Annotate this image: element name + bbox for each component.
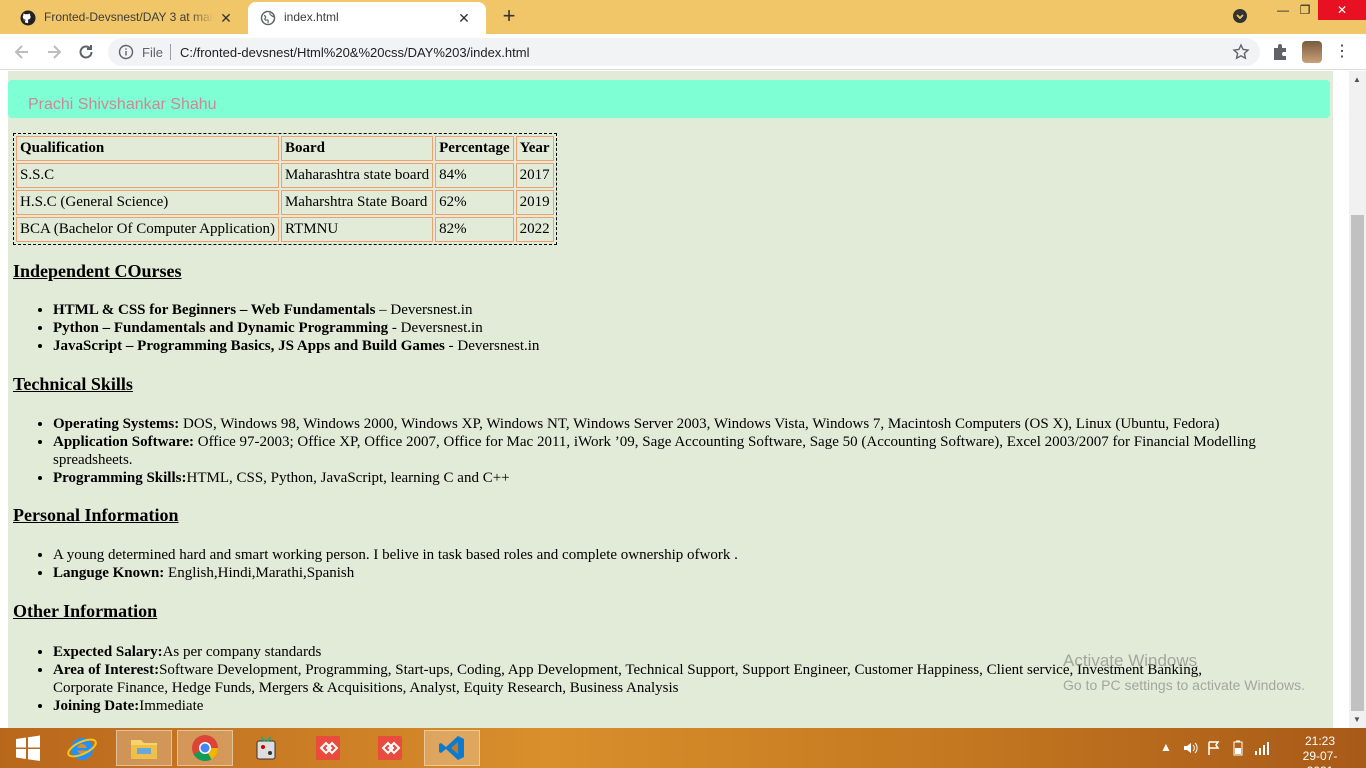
cell-year: 2017 [515,163,554,188]
skills-heading: Technical Skills [13,374,133,394]
git-icon[interactable] [362,730,418,766]
table-row: H.S.C (General Science) Maharshtra State… [16,190,554,215]
skills-section: Technical Skills Operating Systems: DOS,… [13,374,1313,487]
cell-board: RTMNU [280,217,434,242]
reload-icon[interactable] [76,42,96,62]
list-item: Languge Known: English,Hindi,Marathi,Spa… [53,564,1313,582]
activate-windows-watermark: Activate Windows Go to PC settings to ac… [1063,651,1305,693]
watermark-title: Activate Windows [1063,651,1198,670]
file-explorer-icon[interactable] [116,730,172,766]
scrollbar-thumb[interactable] [1351,215,1364,711]
show-hidden-icons[interactable]: ▲ [1160,740,1172,768]
volume-icon[interactable] [1182,740,1198,756]
table-row: BCA (Bachelor Of Computer Application) R… [16,217,554,242]
candidate-name: Prachi Shivshankar Shahu [28,96,217,113]
bookmark-star-icon[interactable] [1232,43,1250,61]
network-signal-icon[interactable] [1254,740,1270,756]
table-row: S.S.C Maharashtra state board 84% 2017 [16,163,554,188]
restore-icon[interactable]: ❐ [1290,0,1320,20]
tab-title: index.html [284,10,339,24]
table-header-row: Qualification Board Percentage Year [16,136,554,161]
cell-percentage: 82% [435,217,514,242]
tab-github[interactable]: Fronted-Devsnest/DAY 3 at main ✕ [8,2,248,34]
vscode-icon[interactable] [424,730,480,766]
windows-start-icon[interactable] [0,730,56,766]
education-table: Qualification Board Percentage Year S.S.… [13,133,557,245]
list-item: Operating Systems: DOS, Windows 98, Wind… [53,415,1313,433]
header-year: Year [515,136,554,161]
courses-list: HTML & CSS for Beginners – Web Fundament… [13,301,1313,355]
list-item: JavaScript – Programming Basics, JS Apps… [53,337,1313,355]
personal-heading: Personal Information [13,505,179,525]
other-heading: Other Information [13,601,158,621]
tab-title: Fronted-Devsnest/DAY 3 at main [44,10,214,24]
list-item: Application Software: Office 97-2003; Of… [53,433,1313,469]
browser-tab-bar: Fronted-Devsnest/DAY 3 at main ✕ index.h… [0,0,1366,34]
github-icon [20,10,36,26]
personal-section: Personal Information A young determined … [13,505,1313,582]
url-scheme: File [142,45,163,60]
page-viewport: Prachi Shivshankar Shahu Qualification B… [0,71,1349,728]
skills-list: Operating Systems: DOS, Windows 98, Wind… [13,415,1313,487]
vertical-scrollbar[interactable]: ▲ ▼ [1349,71,1366,728]
cell-percentage: 84% [435,163,514,188]
name-banner: Prachi Shivshankar Shahu [8,80,1330,118]
cell-year: 2022 [515,217,554,242]
action-center-flag-icon[interactable] [1206,740,1222,756]
kebab-menu-icon[interactable]: ⋮ [1334,42,1350,62]
list-item: Python – Fundamentals and Dynamic Progra… [53,319,1313,337]
cell-percentage: 62% [435,190,514,215]
cell-year: 2019 [515,190,554,215]
cell-qualification: S.S.C [16,163,279,188]
personal-list: A young determined hard and smart workin… [13,546,1313,582]
header-qualification: Qualification [16,136,279,161]
tab-search-icon[interactable] [1230,8,1250,26]
windows-taskbar: ▲ 21:23 29-07-2021 [0,728,1366,768]
cell-board: Maharashtra state board [280,163,434,188]
window-close-icon[interactable]: ✕ [1318,0,1366,20]
courses-section: Independent COurses HTML & CSS for Begin… [13,261,1313,355]
tab-index-html[interactable]: index.html ✕ [248,2,486,34]
browser-toolbar: File C:/fronted-devsnest/Html%20&%20css/… [0,34,1366,70]
url-divider [170,44,171,60]
scroll-down-icon[interactable]: ▼ [1353,715,1361,724]
scroll-up-icon[interactable]: ▲ [1353,75,1361,84]
resume-page: Prachi Shivshankar Shahu Qualification B… [8,71,1333,728]
cell-qualification: H.S.C (General Science) [16,190,279,215]
close-tab-icon[interactable]: ✕ [456,10,472,26]
extensions-puzzle-icon[interactable] [1270,42,1290,62]
watermark-subtitle: Go to PC settings to activate Windows. [1063,677,1305,693]
close-tab-icon[interactable]: ✕ [218,10,234,26]
list-item: Programming Skills:HTML, CSS, Python, Ja… [53,469,1313,487]
clock-time: 21:23 [1304,734,1336,748]
list-item: A young determined hard and smart workin… [53,546,1313,564]
list-item: Joining Date:Immediate [53,697,1253,715]
list-item: HTML & CSS for Beginners – Web Fundament… [53,301,1313,319]
game-icon[interactable] [238,730,294,766]
chrome-icon[interactable] [177,730,233,766]
internet-explorer-icon[interactable] [54,730,110,766]
header-board: Board [280,136,434,161]
system-clock[interactable]: 21:23 29-07-2021 [1290,734,1350,768]
profile-avatar[interactable] [1302,41,1322,63]
forward-arrow-icon[interactable] [44,42,64,62]
cell-board: Maharshtra State Board [280,190,434,215]
courses-heading: Independent COurses [13,261,182,281]
back-arrow-icon[interactable] [12,42,32,62]
cell-qualification: BCA (Bachelor Of Computer Application) [16,217,279,242]
git-icon[interactable] [300,730,356,766]
battery-icon[interactable] [1230,740,1246,756]
info-icon[interactable] [118,44,134,60]
clock-date: 29-07-2021 [1302,749,1338,768]
header-percentage: Percentage [435,136,514,161]
url-text[interactable]: C:/fronted-devsnest/Html%20&%20css/DAY%2… [180,45,529,60]
address-bar[interactable]: File C:/fronted-devsnest/Html%20&%20css/… [108,38,1260,66]
globe-icon [260,10,276,26]
new-tab-button[interactable]: + [498,5,520,28]
